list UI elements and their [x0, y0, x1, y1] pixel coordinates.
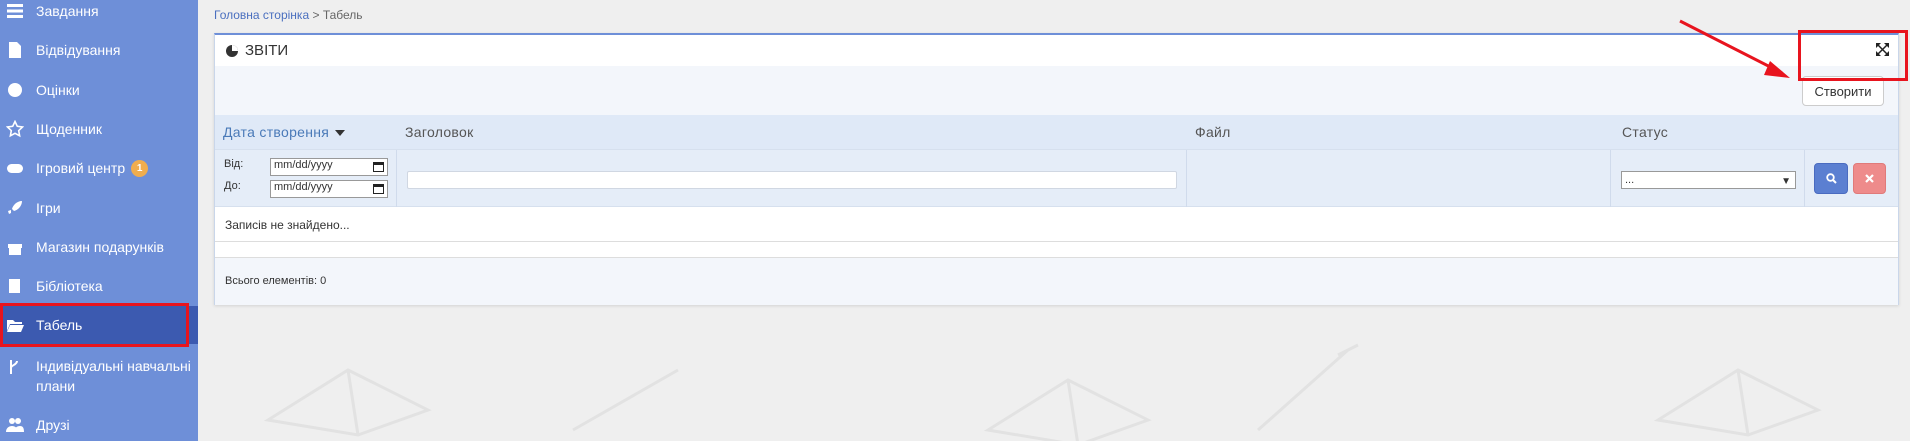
- empty-state-row: Записів не знайдено...: [215, 207, 1898, 242]
- branch-icon: [6, 358, 24, 376]
- list-icon: [6, 2, 24, 20]
- status-select-value: ...: [1625, 174, 1635, 186]
- table-footer: Всього елементів: 0: [215, 258, 1898, 305]
- sidebar-item-individual-plans[interactable]: Індивідуальні навчальні плани: [0, 350, 198, 408]
- table-header: Дата створення Заголовок Файл Статус: [215, 115, 1898, 149]
- chevron-down-icon: ▼: [1781, 176, 1791, 187]
- badge-icon: [6, 81, 24, 99]
- column-header-date-label: Дата створення: [223, 124, 330, 140]
- sidebar-item-label: Друзі: [36, 417, 70, 433]
- sidebar-item-label: Завдання: [36, 3, 99, 19]
- column-header-status[interactable]: Статус: [1622, 124, 1668, 140]
- column-header-date[interactable]: Дата створення: [223, 124, 346, 140]
- sidebar-item-friends[interactable]: Друзі: [0, 406, 198, 441]
- reports-panel: ЗВІТИ Створити Дата створення Заголовок …: [214, 33, 1899, 305]
- empty-state-message: Записів не знайдено...: [225, 218, 350, 232]
- book-icon: [6, 277, 24, 295]
- calendar-icon[interactable]: [373, 162, 384, 172]
- sidebar-item-library[interactable]: Бібліотека: [0, 267, 198, 305]
- sidebar: Завдання Відвідування Оцінки Щоденник Іг…: [0, 0, 198, 441]
- close-icon: [1865, 174, 1874, 183]
- sidebar-item-report-card[interactable]: Табель: [0, 306, 198, 344]
- file-filter-cell: [1187, 150, 1611, 208]
- date-to-input[interactable]: mm/dd/yyyy: [270, 180, 388, 198]
- clear-filters-button[interactable]: [1853, 163, 1886, 194]
- date-from-label: Від:: [224, 158, 244, 170]
- date-to-value: mm/dd/yyyy: [274, 181, 333, 193]
- sidebar-item-label: Оцінки: [36, 82, 80, 98]
- breadcrumb-separator: >: [312, 8, 320, 22]
- gift-icon: [6, 238, 24, 256]
- column-header-title[interactable]: Заголовок: [405, 124, 474, 140]
- star-icon: [6, 120, 24, 138]
- sort-desc-icon: [335, 130, 346, 137]
- create-button[interactable]: Створити: [1802, 76, 1884, 106]
- sidebar-item-diary[interactable]: Щоденник: [0, 110, 198, 148]
- sidebar-item-label: Індивідуальні навчальні плани: [36, 358, 191, 394]
- document-icon: [6, 41, 24, 59]
- sidebar-item-label: Ігровий центр: [36, 160, 126, 176]
- sidebar-item-games[interactable]: Ігри: [0, 189, 198, 227]
- filter-row: Від: mm/dd/yyyy До: mm/dd/yyyy ... ▼: [215, 149, 1898, 208]
- sidebar-item-label: Бібліотека: [36, 278, 103, 294]
- users-icon: [6, 416, 24, 434]
- rocket-icon: [6, 199, 24, 217]
- breadcrumb-current: Табель: [322, 8, 363, 22]
- sidebar-item-gift-shop[interactable]: Магазин подарунків: [0, 228, 198, 266]
- title-filter-input[interactable]: [407, 171, 1177, 189]
- date-filter-cell: Від: mm/dd/yyyy До: mm/dd/yyyy: [215, 150, 397, 208]
- column-header-file[interactable]: Файл: [1195, 124, 1231, 140]
- search-icon: [1825, 173, 1837, 184]
- expand-icon[interactable]: [1875, 42, 1890, 57]
- total-count: Всього елементів: 0: [225, 275, 327, 287]
- panel-title: ЗВІТИ: [245, 42, 289, 59]
- sidebar-item-label: Табель: [36, 317, 83, 333]
- sidebar-item-label: Магазин подарунків: [36, 239, 164, 255]
- breadcrumb: Головна сторінка > Табель: [214, 8, 363, 22]
- panel-header: ЗВІТИ: [215, 35, 1898, 66]
- sidebar-item-tasks[interactable]: Завдання: [0, 0, 198, 30]
- date-from-value: mm/dd/yyyy: [274, 159, 333, 171]
- table-spacer: [215, 242, 1898, 258]
- pie-chart-icon: [226, 44, 238, 57]
- sidebar-item-grades[interactable]: Оцінки: [0, 71, 198, 109]
- sidebar-item-label: Ігри: [36, 200, 61, 216]
- gamepad-icon: [6, 159, 24, 177]
- search-button[interactable]: [1814, 163, 1848, 194]
- date-from-input[interactable]: mm/dd/yyyy: [270, 158, 388, 176]
- calendar-icon[interactable]: [373, 184, 384, 194]
- date-to-label: До:: [224, 180, 241, 192]
- panel-toolbar: Створити: [215, 66, 1898, 115]
- sidebar-item-game-center[interactable]: Ігровий центр 1: [0, 149, 198, 187]
- sidebar-item-label: Відвідування: [36, 42, 121, 58]
- breadcrumb-home-link[interactable]: Головна сторінка: [214, 8, 309, 22]
- folder-open-icon: [6, 316, 24, 334]
- sidebar-item-attendance[interactable]: Відвідування: [0, 31, 198, 69]
- sidebar-item-label: Щоденник: [36, 121, 102, 137]
- notification-badge: 1: [131, 159, 149, 177]
- status-select[interactable]: ... ▼: [1621, 171, 1796, 189]
